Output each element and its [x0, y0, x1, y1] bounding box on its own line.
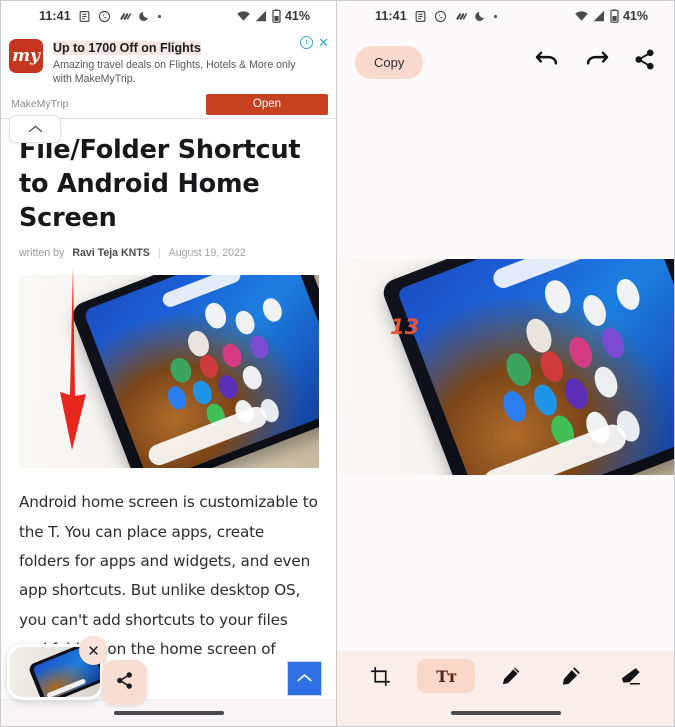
whatsapp-icon	[98, 10, 111, 23]
share-icon	[115, 671, 134, 695]
ad-banner[interactable]: i ✕ my Up to 1700 Off on Flights Amazing…	[1, 31, 336, 119]
collapse-header-tab[interactable]	[9, 115, 61, 143]
wifi-icon	[574, 10, 589, 22]
crop-icon	[371, 666, 391, 686]
status-time: 11:41	[39, 9, 71, 23]
chevron-up-icon	[296, 670, 313, 688]
ad-info-icon[interactable]: i	[300, 36, 314, 49]
tool-marker[interactable]	[548, 659, 594, 693]
pen-icon	[503, 667, 520, 685]
do-not-disturb-moon-icon	[138, 10, 151, 22]
note-icon	[78, 10, 91, 23]
tool-pen[interactable]	[488, 659, 534, 693]
right-phone-screen: 11:41 41% Copy 13 Tт	[337, 0, 675, 727]
editing-tools-bar: Tт	[337, 651, 674, 726]
byline-date: August 19, 2022	[168, 247, 246, 260]
note-icon	[414, 10, 427, 23]
battery-icon	[610, 9, 619, 23]
status-time: 11:41	[375, 9, 407, 23]
ad-advertiser-name: MakeMyTrip	[11, 98, 69, 111]
dual-screenshot-comparison: 11:41 41% i ✕ my Up to 1700 Off on Fligh…	[0, 0, 675, 727]
left-phone-screen: 11:41 41% i ✕ my Up to 1700 Off on Fligh…	[0, 0, 337, 727]
ad-close-icon[interactable]: ✕	[318, 36, 329, 49]
app-icon	[118, 10, 132, 23]
close-preview-button[interactable]: ✕	[79, 636, 108, 665]
tool-crop[interactable]	[358, 659, 404, 693]
edited-image[interactable]: 13	[337, 259, 674, 475]
close-icon: ✕	[87, 642, 100, 660]
byline-prefix: written by	[19, 247, 65, 260]
article-hero-image	[19, 275, 319, 469]
cellular-signal-icon	[593, 10, 606, 22]
do-not-disturb-moon-icon	[474, 10, 487, 22]
battery-percent: 41%	[284, 9, 310, 23]
right-status-bar: 11:41 41%	[337, 1, 674, 31]
whatsapp-icon	[434, 10, 447, 23]
marker-icon	[562, 667, 580, 685]
battery-icon	[272, 9, 281, 23]
eraser-icon	[621, 667, 640, 685]
ad-description: Amazing travel deals on Flights, Hotels …	[53, 59, 296, 85]
text-annotation[interactable]: 13	[390, 315, 419, 339]
byline: written by Ravi Teja KNTS | August 19, 2…	[19, 247, 318, 259]
home-gesture-pill[interactable]	[450, 711, 561, 715]
home-gesture-pill[interactable]	[113, 711, 224, 715]
copy-button[interactable]: Copy	[355, 45, 424, 79]
byline-author: Ravi Teja KNTS	[72, 247, 150, 260]
editor-toolbar: Copy	[337, 31, 674, 93]
share-button[interactable]	[633, 48, 656, 76]
share-screenshot-button[interactable]	[102, 660, 147, 705]
screenshot-preview-overlay: ✕	[7, 636, 147, 705]
advertiser-logo: my	[9, 39, 43, 73]
canvas-top-padding	[337, 93, 674, 259]
tool-eraser[interactable]	[607, 659, 653, 693]
text-tool-icon: Tт	[436, 666, 457, 686]
undo-button[interactable]	[535, 49, 560, 75]
right-gesture-nav-bar	[337, 700, 674, 726]
ad-open-button[interactable]: Open	[206, 93, 328, 115]
chevron-up-icon	[28, 120, 43, 138]
cellular-signal-icon	[255, 10, 268, 22]
wifi-icon	[236, 10, 251, 22]
page-title: File/Folder Shortcut to Android Home Scr…	[19, 135, 301, 234]
left-status-bar: 11:41 41%	[1, 1, 336, 31]
ad-headline: Up to 1700 Off on Flights	[53, 41, 201, 55]
dot-icon	[157, 14, 161, 18]
article-header: File/Folder Shortcut to Android Home Scr…	[1, 115, 336, 469]
battery-percent: 41%	[622, 9, 648, 23]
article-body: Android home screen is customizable to t…	[19, 493, 318, 659]
scroll-to-top-button[interactable]	[287, 661, 322, 696]
byline-separator: |	[157, 247, 161, 260]
canvas-bottom-padding	[337, 475, 674, 635]
app-icon	[454, 10, 468, 23]
tool-text[interactable]: Tт	[417, 659, 476, 693]
left-gesture-nav-bar	[1, 699, 336, 726]
dot-icon	[493, 14, 497, 18]
redo-button[interactable]	[584, 49, 609, 75]
